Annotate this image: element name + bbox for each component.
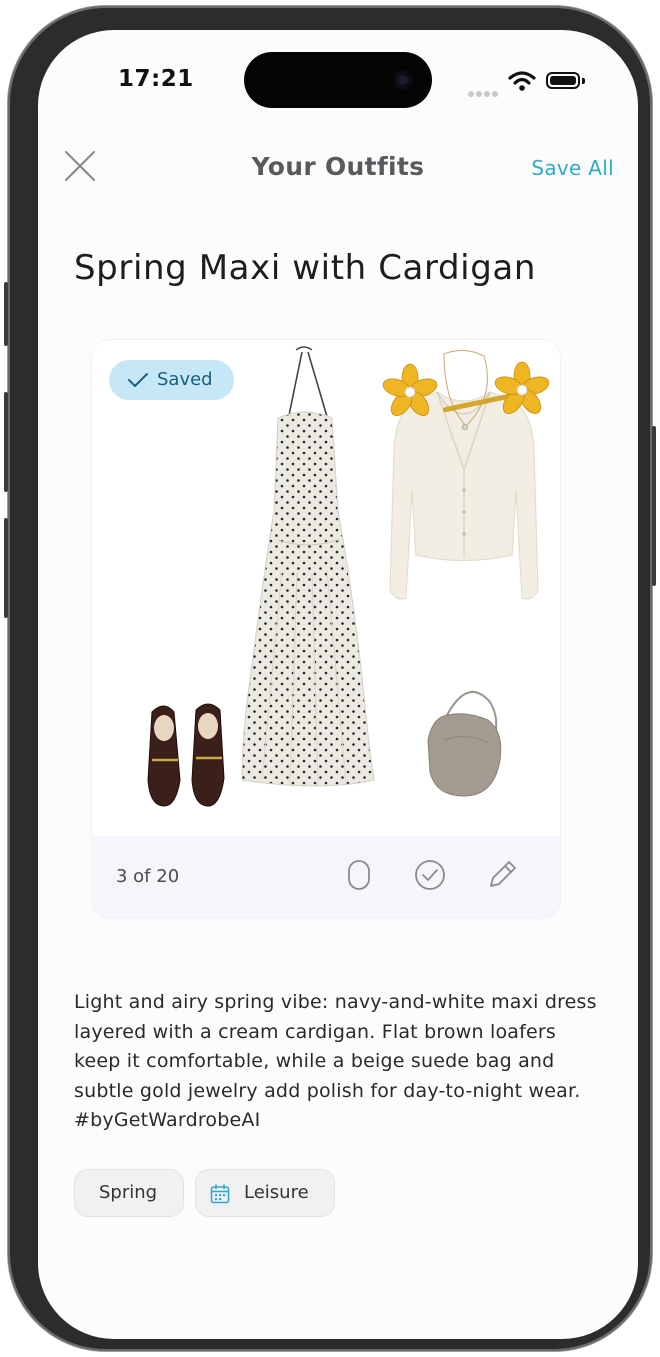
- battery-icon: [546, 72, 580, 89]
- calendar-icon: [210, 1184, 230, 1204]
- checkmark-icon: [128, 373, 148, 387]
- battery-nub: [582, 78, 585, 84]
- saved-badge-label: Saved: [157, 369, 213, 390]
- wear-toggle-icon[interactable]: [342, 858, 376, 892]
- camera-icon: [394, 71, 412, 89]
- outfit-counter: 3 of 20: [116, 866, 180, 887]
- phone-frame: 17:21 Your Outfits Save All Spring Maxi …: [4, 6, 656, 1351]
- dynamic-island: [244, 52, 432, 108]
- volume-up-button: [4, 392, 8, 492]
- card-footer: 3 of 20: [92, 836, 560, 918]
- outfit-description: Light and airy spring vibe: navy-and-whi…: [74, 991, 597, 1131]
- maxi-dress-image: [241, 346, 375, 787]
- volume-down-button: [4, 518, 8, 618]
- outfit-title: Spring Maxi with Cardigan: [74, 248, 536, 288]
- check-circle-icon[interactable]: [413, 858, 447, 892]
- edit-pencil-icon[interactable]: [485, 858, 519, 892]
- status-time: 17:21: [118, 66, 194, 92]
- status-bar: 17:21: [38, 30, 638, 140]
- outfit-collage: Saved: [92, 340, 560, 836]
- saved-badge[interactable]: Saved: [109, 360, 234, 400]
- cellular-signal-icon: [468, 82, 500, 101]
- outfit-card[interactable]: Saved 3 of 20: [92, 340, 560, 918]
- save-all-button[interactable]: Save All: [531, 156, 614, 180]
- action-button: [4, 282, 8, 346]
- tag-label: Spring: [99, 1182, 158, 1203]
- tag-spring[interactable]: Spring: [74, 1169, 184, 1217]
- power-button: [652, 426, 656, 586]
- wifi-icon: [508, 71, 536, 91]
- tag-label: Leisure: [244, 1182, 309, 1203]
- loafers-image: [147, 703, 225, 807]
- nav-bar: Your Outfits Save All: [38, 146, 638, 206]
- screen: 17:21 Your Outfits Save All Spring Maxi …: [38, 30, 638, 1339]
- tag-leisure[interactable]: Leisure: [195, 1169, 335, 1217]
- shoulder-bag-image: [427, 691, 502, 797]
